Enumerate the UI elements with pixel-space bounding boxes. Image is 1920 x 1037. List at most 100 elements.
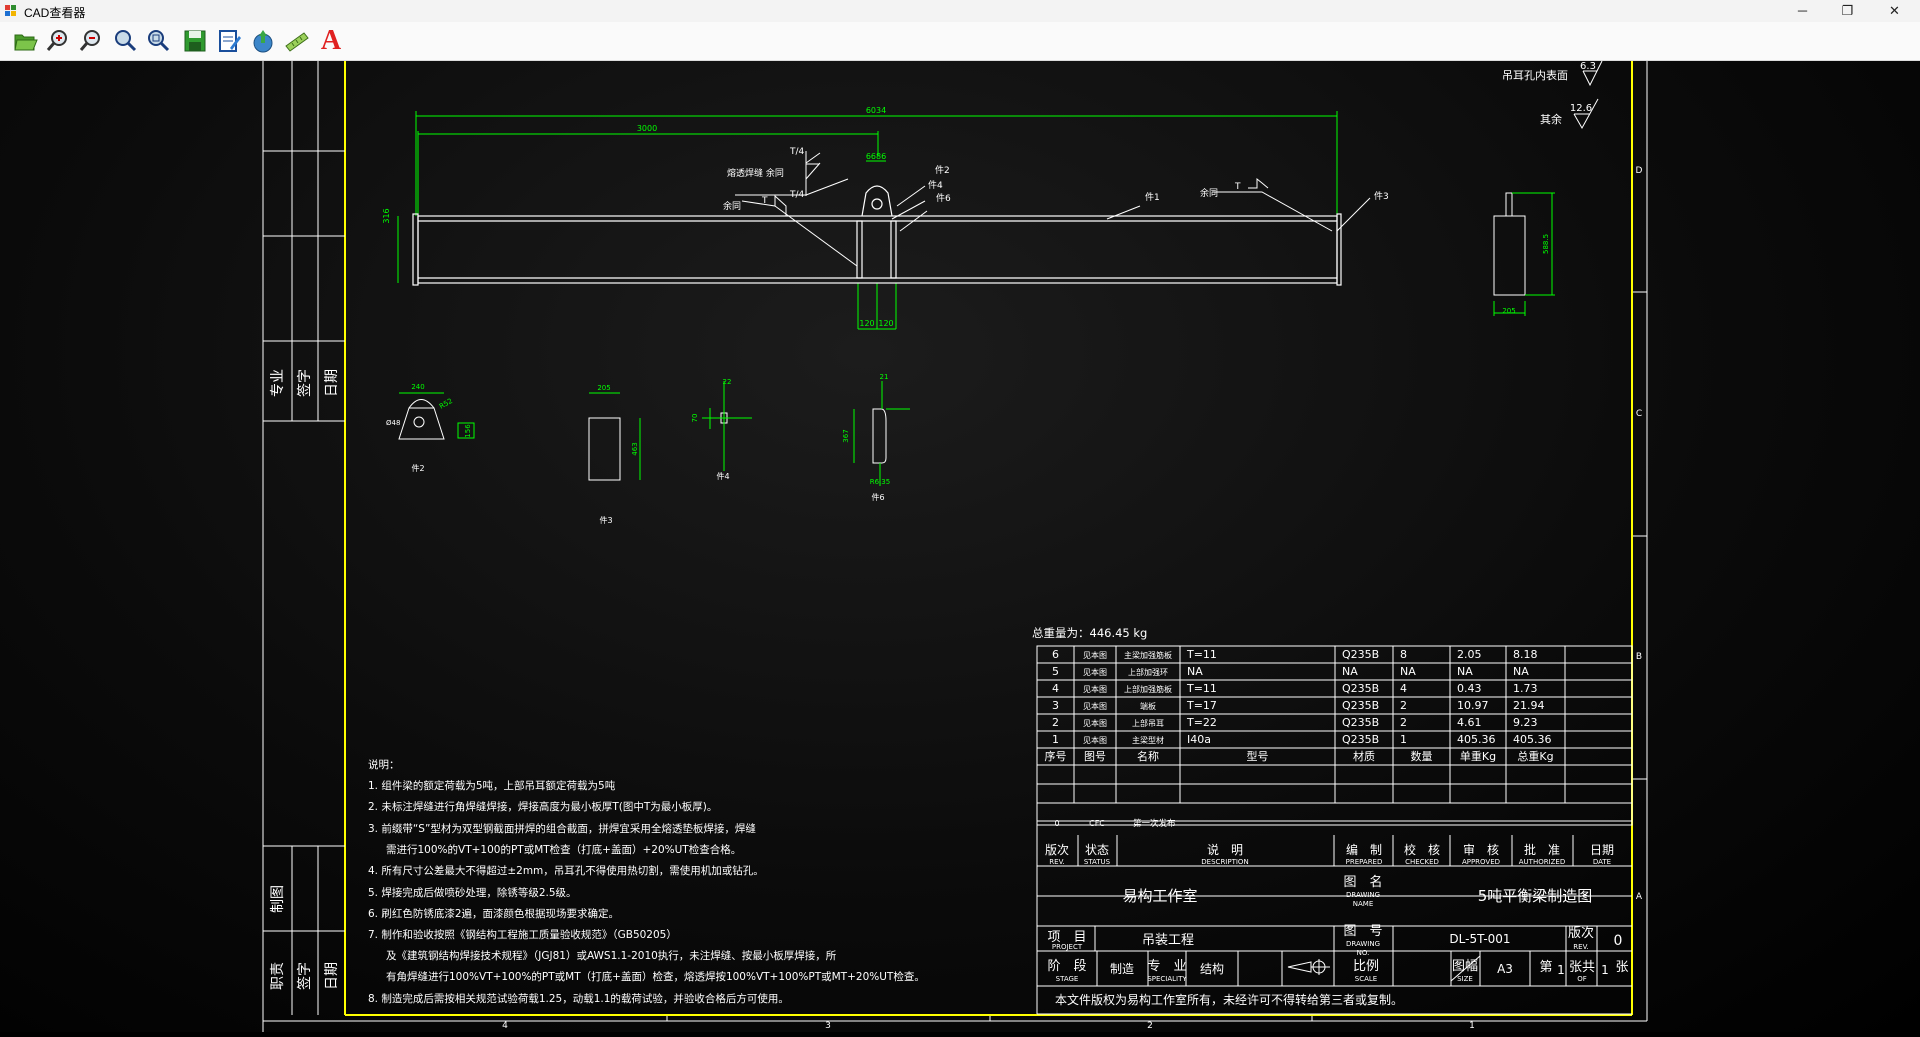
bom-cell: 10.97 xyxy=(1457,699,1489,712)
drawing-no-label: 图 号 xyxy=(1343,924,1382,939)
bom-cell: T=22 xyxy=(1186,716,1217,729)
part-6-radius: R6.35 xyxy=(870,478,890,486)
dim-half: 3000 xyxy=(637,124,657,133)
drawing-name-en2: NAME xyxy=(1353,900,1374,908)
hdr-checked-en: CHECKED xyxy=(1405,858,1439,866)
weld-note-left: 余同 xyxy=(723,200,741,212)
bom-cell: 端板 xyxy=(1140,701,1156,711)
panel-label: 专业 xyxy=(270,369,286,397)
bom-cell: 4.61 xyxy=(1457,716,1482,729)
panel-label: 签字 xyxy=(296,369,313,397)
zoom-window-button[interactable] xyxy=(110,26,140,56)
measure-icon xyxy=(285,32,309,52)
rev-desc: 第一次发布 xyxy=(1133,818,1176,829)
save-button[interactable] xyxy=(180,26,210,56)
part-label: 件1 xyxy=(1145,191,1160,203)
stage-en: STAGE xyxy=(1056,975,1079,983)
zone-label: C xyxy=(1636,409,1642,419)
note-line: 1. 组件梁的额定荷载为5吨，上部吊耳额定荷载为5吨 xyxy=(368,779,616,792)
close-button[interactable]: ✕ xyxy=(1872,0,1917,22)
dim-gap-left: 120 xyxy=(859,319,874,328)
notes-heading: 说明： xyxy=(368,758,400,771)
part-4-width: 22 xyxy=(723,378,732,386)
part-label: 件6 xyxy=(936,192,951,204)
window-title: CAD查看器 xyxy=(24,6,86,20)
bom-header-cell: 序号 xyxy=(1045,749,1067,763)
zoom-in-icon xyxy=(46,30,67,51)
side-height-dim: 588.5 xyxy=(1542,234,1550,254)
toolbar: A xyxy=(0,22,1920,61)
bom-cell: 见本图 xyxy=(1083,650,1107,660)
text-tool-button[interactable]: A xyxy=(316,25,346,56)
zoom-out-icon xyxy=(79,30,100,51)
drawing-name: 5吨平衡梁制造图 xyxy=(1478,887,1593,905)
part-3-label: 件3 xyxy=(599,515,612,525)
zoom-in-button[interactable] xyxy=(43,26,73,56)
project-en: PROJECT xyxy=(1052,943,1083,951)
minimize-button[interactable]: ─ xyxy=(1780,0,1825,22)
sheet-total: 1 xyxy=(1601,963,1609,977)
scale-label: 比例 xyxy=(1353,959,1379,974)
panel-label: 日期 xyxy=(324,369,340,397)
bom-cell: 4 xyxy=(1052,682,1059,695)
size-label: 图幅 xyxy=(1452,959,1478,974)
open-file-icon xyxy=(14,34,38,51)
roughness-value: 6.3 xyxy=(1580,61,1596,72)
zone-label: 4 xyxy=(502,1021,508,1031)
bom-cell: 上部加强环 xyxy=(1128,667,1168,677)
drawing-canvas[interactable]: D C B A 4 3 2 1 专业 签字 日期 制图 职责 签字 日期 吊耳孔… xyxy=(0,60,1920,1032)
maximize-button[interactable]: ❐ xyxy=(1825,0,1870,22)
copyright: 本文件版权为易构工作室所有，未经许可不得转给第三者或复制。 xyxy=(1055,992,1403,1007)
hdr-status-en: STATUS xyxy=(1084,858,1111,866)
part-label: 件3 xyxy=(1374,190,1389,202)
part-3-height: 463 xyxy=(631,442,639,455)
bom-cell: 0.43 xyxy=(1457,682,1482,695)
bom-cell: T=17 xyxy=(1186,699,1217,712)
hdr-date-en: DATE xyxy=(1593,858,1611,866)
open-file-button[interactable] xyxy=(10,26,40,56)
bom-cell: 见本图 xyxy=(1083,718,1107,728)
bom-cell: 主梁加强筋板 xyxy=(1124,650,1172,660)
side-width-dim: 205 xyxy=(1502,307,1515,315)
bom-cell: 1.73 xyxy=(1513,682,1538,695)
scale-en: SCALE xyxy=(1355,975,1377,983)
bom-header-cell: 材质 xyxy=(1353,749,1375,763)
edit-document-button[interactable] xyxy=(214,26,244,56)
bom-header-cell: 总重Kg xyxy=(1517,749,1553,763)
bom-cell: 405.36 xyxy=(1513,733,1552,746)
dim-lug: 6686 xyxy=(866,152,886,161)
bom-cell: Q235B xyxy=(1342,699,1379,712)
hdr-authorized: 批 准 xyxy=(1524,842,1560,857)
bom-cell: I40a xyxy=(1187,733,1211,746)
text-tool-icon: A xyxy=(320,25,342,56)
bom-cell: Q235B xyxy=(1342,733,1379,746)
panel-label: 签字 xyxy=(296,962,313,990)
bom-cell: 8.18 xyxy=(1513,648,1538,661)
title-block-text: 0 CFC 第一次发布 版次 REV. 状态 STATUS 说 明 DESCRI… xyxy=(1045,818,1629,1007)
surface-roughness: 吊耳孔内表面 6.3 其余 12.6 xyxy=(1502,60,1603,130)
note-line: 3. 前缀带“S”型材为双型钢截面拼焊的组合截面，拼焊宜采用全熔透垫板焊接，焊缝 xyxy=(368,822,756,835)
roughness-label: 吊耳孔内表面 xyxy=(1502,68,1568,82)
sheet-no: 1 xyxy=(1557,963,1565,977)
export-button[interactable] xyxy=(248,26,278,56)
weld-t-right: T xyxy=(1234,182,1241,192)
bom-cell: 见本图 xyxy=(1083,701,1107,711)
measure-button[interactable] xyxy=(282,26,312,56)
note-line: 需进行100%的VT+100的PT或MT检查（打底+盖面）+20%UT检查合格。 xyxy=(386,843,741,856)
zoom-extents-button[interactable] xyxy=(143,26,173,56)
rev-label: 版次 xyxy=(1568,925,1594,941)
bom-cell: 4 xyxy=(1400,682,1407,695)
part-2-width: 240 xyxy=(411,383,424,391)
zone-label: 2 xyxy=(1147,1021,1153,1031)
weld-note: 熔透焊缝 余同 xyxy=(727,167,784,179)
bom-cell: NA xyxy=(1457,665,1473,678)
bom-cell: 21.94 xyxy=(1513,699,1545,712)
bom-cell: NA xyxy=(1400,665,1416,678)
weld-t-left: T xyxy=(761,196,768,206)
bom-cell: NA xyxy=(1513,665,1529,678)
zoom-out-button[interactable] xyxy=(76,26,106,56)
bom-cell: NA xyxy=(1342,665,1358,678)
bom-header-cell: 数量 xyxy=(1411,750,1433,763)
bom-cell: 见本图 xyxy=(1083,735,1107,745)
notes: 说明： 1. 组件梁的额定荷载为5吨，上部吊耳额定荷载为5吨 2. 未标注焊缝进… xyxy=(368,758,925,1005)
